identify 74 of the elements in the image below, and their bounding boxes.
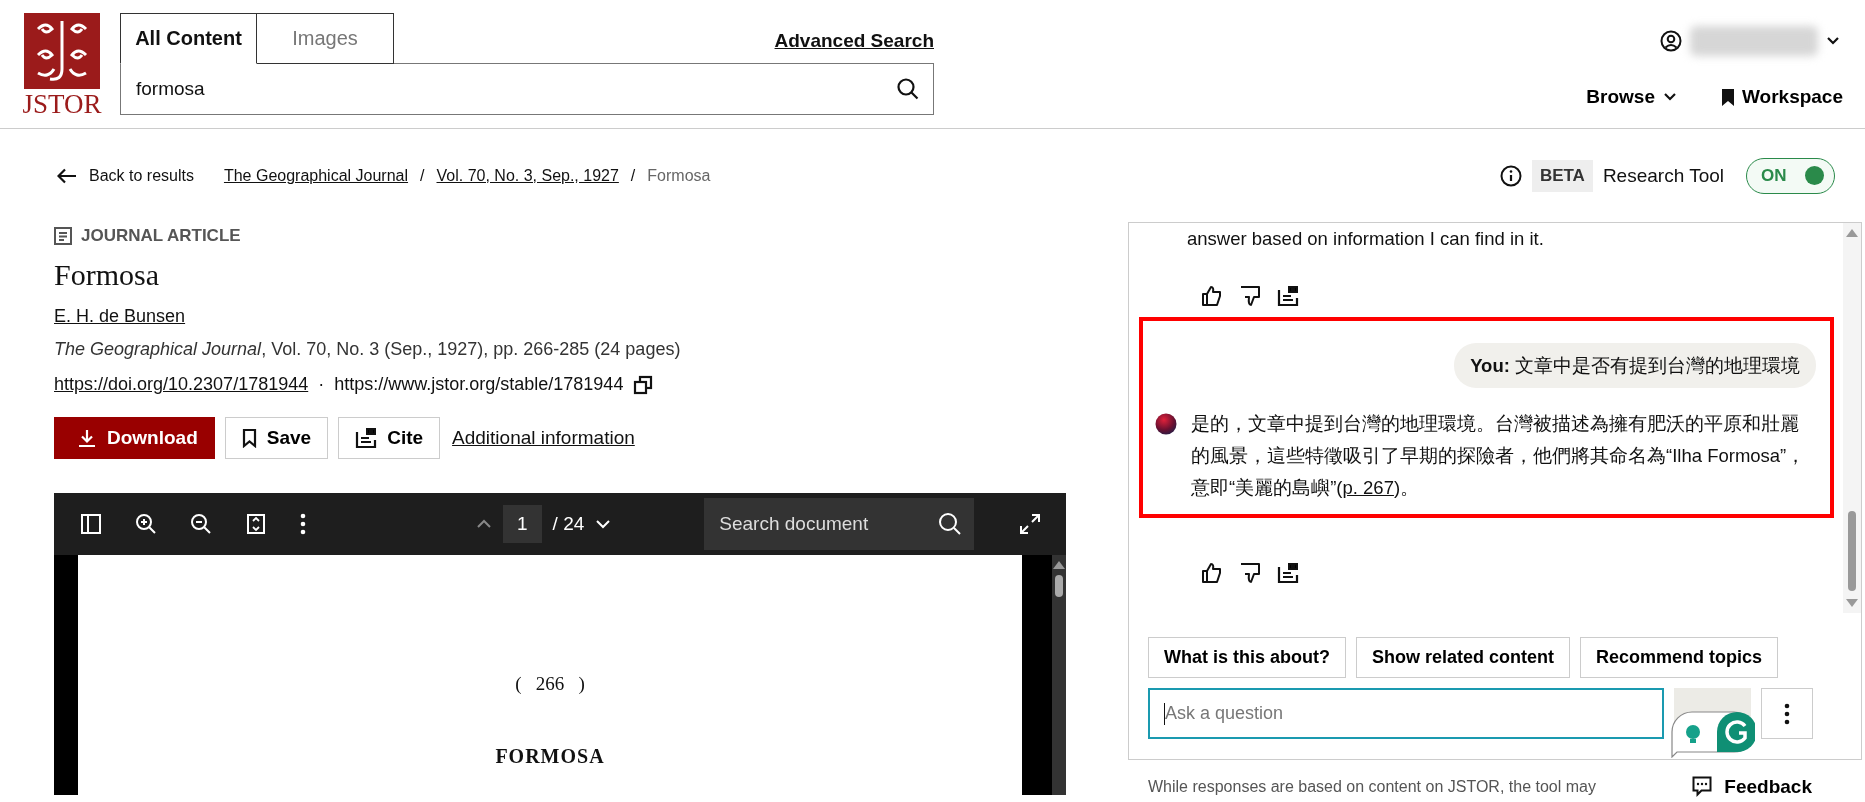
beta-badge: BETA bbox=[1531, 159, 1593, 192]
suggestion-button[interactable]: Recommend topics bbox=[1580, 637, 1779, 678]
separator-dot: · bbox=[318, 374, 325, 395]
thumbs-up-icon[interactable] bbox=[1201, 285, 1223, 307]
writing-assistant-overlay[interactable] bbox=[1671, 710, 1755, 758]
additional-information-link[interactable]: Additional information bbox=[452, 427, 635, 449]
page-number-field[interactable]: 1 bbox=[503, 505, 542, 543]
feedback-button[interactable]: Feedback bbox=[1692, 776, 1812, 798]
user-message: You: 文章中是否有提到台灣的地理環境 bbox=[1454, 343, 1816, 388]
back-link[interactable]: Back to results bbox=[57, 166, 194, 185]
scrollbar[interactable] bbox=[1843, 223, 1861, 613]
article-title: Formosa bbox=[54, 258, 160, 292]
bookmark-icon bbox=[241, 428, 257, 448]
info-icon[interactable] bbox=[1499, 164, 1522, 187]
page-total: / 24 bbox=[552, 513, 585, 535]
cite-icon[interactable] bbox=[1277, 285, 1299, 307]
author-link[interactable]: E. H. de Bunsen bbox=[54, 306, 1066, 327]
citation-text: The Geographical Journal, Vol. 70, No. 3 (Sep., 1927), pp. 266-285 (24 pages) bbox=[54, 339, 682, 360]
logo-wordmark[interactable]: JSTOR bbox=[22, 89, 102, 119]
zoom-out-icon[interactable] bbox=[190, 513, 212, 535]
search-tab[interactable]: All Content bbox=[120, 13, 257, 64]
user-icon[interactable] bbox=[1660, 30, 1682, 52]
thumbs-down-icon[interactable] bbox=[1239, 285, 1261, 307]
zoom-in-icon[interactable] bbox=[135, 513, 157, 535]
breadcrumb-current: Formosa bbox=[647, 166, 711, 185]
assistant-message: answer based on information I can find in it. bbox=[1187, 227, 1544, 251]
page-number-text: ( 266 ) bbox=[515, 673, 585, 695]
download-button[interactable]: Download bbox=[54, 417, 215, 459]
breadcrumb-separator: / bbox=[420, 166, 425, 185]
research-tool-toggle[interactable]: ON bbox=[1746, 157, 1835, 194]
copy-icon[interactable] bbox=[633, 374, 654, 395]
advanced-search-link[interactable]: Advanced Search bbox=[774, 30, 934, 64]
page-reference-link[interactable]: p. 267 bbox=[1342, 477, 1394, 498]
search-icon[interactable] bbox=[897, 78, 919, 100]
doi-link[interactable]: https://doi.org/10.2307/1781944 bbox=[54, 374, 309, 395]
workspace-link[interactable]: Workspace bbox=[1721, 86, 1843, 108]
disclaimer-text: While responses are based on content on JSTOR, the tool may bbox=[1148, 778, 1596, 796]
document-search-field[interactable]: Search document bbox=[704, 498, 975, 550]
breadcrumb-link[interactable]: The Geographical Journal bbox=[223, 166, 409, 185]
cite-icon[interactable] bbox=[1277, 562, 1299, 584]
browse-menu[interactable]: Browse bbox=[1586, 86, 1677, 108]
article-type: JOURNAL ARTICLE bbox=[81, 226, 241, 246]
search-field[interactable]: formosa bbox=[120, 63, 934, 115]
bookmark-icon bbox=[1721, 88, 1734, 106]
chevron-up-icon[interactable] bbox=[476, 519, 492, 529]
cite-icon bbox=[355, 427, 378, 449]
research-tool-label: Research Tool bbox=[1602, 164, 1724, 187]
document-icon bbox=[54, 227, 72, 245]
cite-button[interactable]: Cite bbox=[338, 417, 441, 459]
more-vertical-icon[interactable] bbox=[300, 513, 306, 535]
save-button[interactable]: Save bbox=[224, 417, 329, 459]
suggestion-button[interactable]: Show related content bbox=[1356, 637, 1571, 678]
speech-bubble-icon bbox=[1692, 776, 1713, 798]
breadcrumb-link[interactable]: Vol. 70, No. 3, Sep., 1927 bbox=[436, 166, 619, 185]
fullscreen-icon[interactable] bbox=[1019, 513, 1041, 535]
more-vertical-icon bbox=[1784, 702, 1790, 725]
search-icon[interactable] bbox=[938, 512, 963, 536]
chevron-down-icon bbox=[1662, 92, 1677, 102]
breadcrumb-separator: / bbox=[630, 166, 636, 185]
question-input[interactable]: Ask a question bbox=[1148, 688, 1664, 739]
stable-url: https://www.jstor.org/stable/1781944 bbox=[334, 374, 624, 395]
fit-page-icon[interactable] bbox=[245, 513, 267, 535]
arrow-left-icon bbox=[57, 167, 77, 184]
thumbs-up-icon[interactable] bbox=[1201, 562, 1223, 584]
logo-emblem-icon[interactable] bbox=[24, 13, 100, 89]
download-icon bbox=[77, 428, 97, 448]
sidebar-icon[interactable] bbox=[80, 513, 102, 535]
page-heading: FORMOSA bbox=[495, 745, 605, 768]
assistant-message: 是的，文章中提到台灣的地理環境。台灣被描述為擁有肥沃的平原和壯麗的風景，這些特徵吸引了早期的探險者，他們將其命名為“Ilha Formosa”，意即“美麗的島嶼”(p. 267)。 bbox=[1191, 412, 1807, 500]
search-tab[interactable]: Images bbox=[257, 13, 394, 64]
suggestion-button[interactable]: What is this about? bbox=[1148, 637, 1346, 678]
scrollbar[interactable] bbox=[1052, 555, 1066, 795]
thumbs-down-icon[interactable] bbox=[1239, 562, 1261, 584]
chevron-down-icon[interactable] bbox=[1826, 36, 1840, 46]
